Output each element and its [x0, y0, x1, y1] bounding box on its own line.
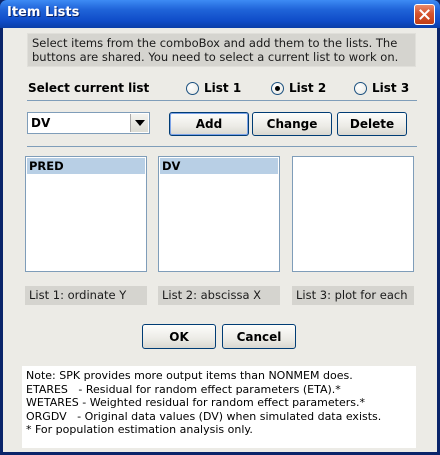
list-3-box[interactable] — [292, 156, 414, 272]
divider — [27, 146, 417, 147]
instructions-text: Select items from the comboBox and add t… — [27, 33, 416, 67]
list-2-box[interactable]: DV — [158, 156, 280, 272]
notes-panel: Note: SPK provides more output items tha… — [22, 366, 416, 448]
note-line: * For population estimation analysis onl… — [26, 423, 253, 437]
list-3-caption: List 3: plot for each — [292, 286, 414, 305]
note-line: ETARES - Residual for random effect para… — [26, 382, 341, 396]
close-button[interactable] — [414, 4, 435, 25]
radio-button-icon[interactable] — [186, 81, 199, 95]
close-icon — [419, 9, 430, 20]
delete-button[interactable]: Delete — [337, 112, 407, 136]
radio-list-3[interactable]: List 3 — [354, 81, 409, 95]
note-line: ORGDV - Original data values (DV) when s… — [26, 409, 382, 423]
divider — [27, 100, 417, 101]
list-item[interactable]: DV — [160, 158, 278, 174]
note-line: WETARES - Weighted residual for random e… — [26, 396, 365, 410]
combobox-value: DV — [31, 116, 51, 130]
radio-list-1[interactable]: List 1 — [186, 81, 241, 95]
radio-label: List 1 — [204, 81, 242, 95]
add-button[interactable]: Add — [169, 112, 249, 136]
combobox-dropdown-button[interactable] — [130, 114, 148, 132]
radio-label: List 2 — [289, 81, 327, 95]
title-bar[interactable]: Item Lists — [0, 0, 440, 28]
item-lists-dialog: Item Lists Select items from the comboBo… — [0, 0, 440, 455]
item-combobox[interactable]: DV — [27, 112, 150, 134]
ok-button[interactable]: OK — [142, 324, 216, 349]
list-1-caption: List 1: ordinate Y — [25, 286, 147, 305]
radio-list-2[interactable]: List 2 — [271, 81, 326, 95]
dialog-content: Select items from the comboBox and add t… — [3, 28, 437, 452]
list-2-caption: List 2: abscissa X — [158, 286, 280, 305]
window-title: Item Lists — [7, 5, 80, 20]
list-1-box[interactable]: PRED — [25, 156, 147, 272]
note-line: Note: SPK provides more output items tha… — [26, 369, 353, 382]
radio-label: List 3 — [372, 81, 410, 95]
chevron-down-icon — [134, 120, 145, 126]
radio-button-icon[interactable] — [271, 81, 284, 95]
list-item[interactable]: PRED — [27, 158, 145, 174]
select-list-label: Select current list — [28, 81, 150, 95]
radio-button-icon[interactable] — [354, 81, 367, 95]
cancel-button[interactable]: Cancel — [222, 324, 296, 349]
change-button[interactable]: Change — [252, 112, 332, 136]
